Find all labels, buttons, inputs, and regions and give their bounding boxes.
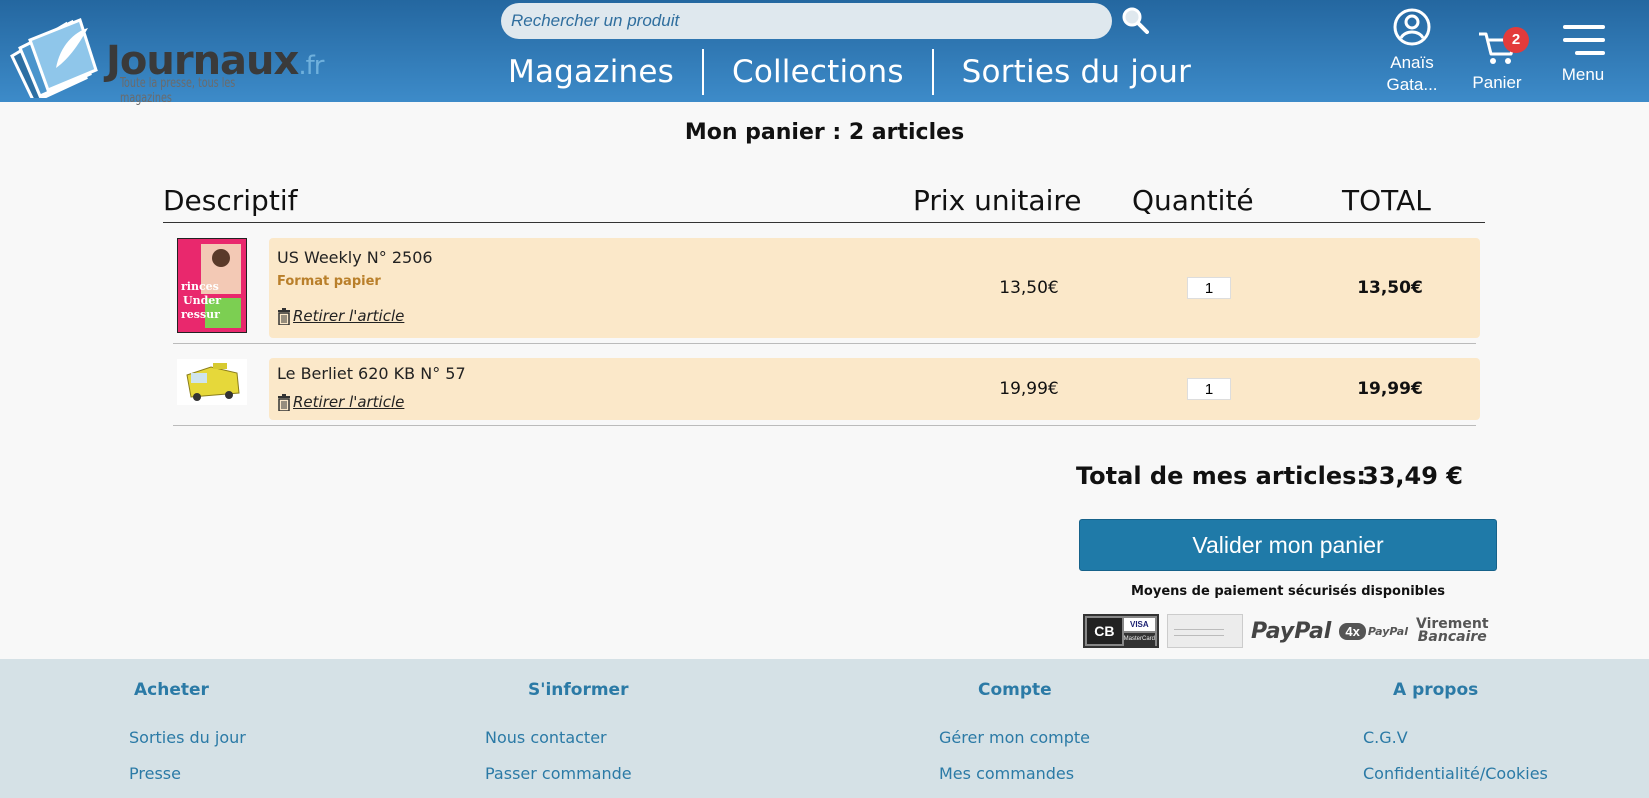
svg-text:rinces: rinces: [181, 280, 219, 293]
user-icon: [1393, 8, 1431, 46]
nav-sorties-du-jour[interactable]: Sorties du jour: [934, 54, 1219, 90]
footer-link-cgv[interactable]: C.G.V: [1363, 728, 1408, 747]
col-header-total: TOTAL: [1342, 184, 1431, 217]
footer-link-confidentialite[interactable]: Confidentialité/Cookies: [1363, 764, 1548, 783]
row-divider: [173, 343, 1476, 344]
cheque-logo: [1167, 614, 1243, 648]
logo-suffix: .fr: [298, 51, 324, 81]
cart-count-badge: 2: [1503, 27, 1529, 53]
cb-card-logo: CB VISA MasterCard: [1083, 614, 1159, 648]
trash-icon: [278, 307, 290, 325]
header-divider: [163, 222, 1485, 223]
main-nav: Magazines Collections Sorties du jour: [480, 48, 1219, 96]
footer-heading-acheter: Acheter: [134, 680, 209, 700]
account-button[interactable]: Anaïs Gata...: [1376, 8, 1448, 96]
menu-label: Menu: [1561, 65, 1605, 84]
paypal-4x-logo: 4x PayPal: [1339, 622, 1408, 640]
paypal-4x-label: PayPal: [1367, 624, 1408, 638]
item-quantity-input[interactable]: [1187, 378, 1231, 400]
payment-logos: CB VISA MasterCard PayPal 4x PayPal Vire…: [1083, 614, 1489, 648]
footer-heading-sinformer: S'informer: [528, 680, 629, 700]
search-icon[interactable]: [1121, 6, 1149, 34]
truck-model-thumbnail[interactable]: [177, 359, 247, 405]
magazine-cover-thumbnail[interactable]: rinces Under ressur: [177, 238, 247, 333]
validate-cart-button[interactable]: Valider mon panier: [1079, 519, 1497, 571]
cart-total-label: Total de mes articles:: [1076, 462, 1367, 490]
footer-link-gerer-mon-compte[interactable]: Gérer mon compte: [939, 728, 1090, 747]
mastercard-label: MasterCard: [1123, 633, 1155, 646]
virement-bancaire-logo: Virement Bancaire: [1416, 617, 1489, 645]
logo-pages-icon: [10, 18, 98, 104]
footer-link-sorties-du-jour[interactable]: Sorties du jour: [129, 728, 246, 747]
cart-title: Mon panier : 2 articles: [684, 120, 965, 145]
hamburger-icon: [1563, 25, 1605, 55]
account-name-line2: Gata...: [1386, 75, 1438, 94]
item-total: 19,99€: [1357, 379, 1423, 399]
remove-item-label: Retirer l'article: [293, 393, 405, 411]
item-title[interactable]: Le Berliet 620 KB N° 57: [277, 364, 466, 383]
footer-link-mes-commandes[interactable]: Mes commandes: [939, 764, 1074, 783]
footer-heading-a-propos: A propos: [1393, 680, 1479, 700]
remove-item-label: Retirer l'article: [293, 307, 405, 325]
trash-icon: [278, 393, 290, 411]
item-quantity-input[interactable]: [1187, 277, 1231, 299]
row-divider: [173, 425, 1476, 426]
footer-link-passer-commande[interactable]: Passer commande: [485, 764, 632, 783]
item-format: Format papier: [277, 274, 381, 289]
col-header-quantite: Quantité: [1132, 184, 1254, 217]
item-title[interactable]: US Weekly N° 2506: [277, 248, 433, 267]
item-unit-price: 13,50€: [999, 278, 1059, 298]
search-input[interactable]: [501, 3, 1112, 39]
footer-link-presse[interactable]: Presse: [129, 764, 181, 783]
item-unit-price: 19,99€: [999, 379, 1059, 399]
visa-label: VISA: [1123, 618, 1155, 631]
cart-label: Panier: [1472, 73, 1522, 92]
col-header-prix-unitaire: Prix unitaire: [913, 184, 1082, 217]
logo-tagline: Toute la presse, tous les magazines: [120, 76, 236, 106]
col-header-descriptif: Descriptif: [163, 184, 298, 217]
account-name-line1: Anaïs: [1390, 53, 1434, 72]
site-header: Journaux.fr Toute la presse, tous les ma…: [0, 0, 1649, 106]
svg-text:Under: Under: [183, 294, 221, 307]
item-total: 13,50€: [1357, 278, 1423, 298]
svg-text:ressur: ressur: [181, 308, 220, 321]
nav-magazines[interactable]: Magazines: [480, 54, 702, 90]
nav-collections[interactable]: Collections: [704, 54, 932, 90]
payment-methods-title: Moyens de paiement sécurisés disponibles: [1131, 584, 1445, 599]
remove-item-link[interactable]: Retirer l'article: [277, 307, 404, 325]
footer-heading-compte: Compte: [978, 680, 1052, 700]
footer-link-nous-contacter[interactable]: Nous contacter: [485, 728, 607, 747]
site-logo[interactable]: Journaux.fr Toute la presse, tous les ma…: [8, 18, 324, 106]
remove-item-link[interactable]: Retirer l'article: [277, 393, 404, 411]
cart-row-1: [269, 238, 1480, 338]
menu-button[interactable]: Menu: [1555, 22, 1611, 86]
cart-total-value: 33,49 €: [1362, 462, 1463, 490]
cb-label: CB: [1087, 618, 1122, 644]
paypal-logo: PayPal: [1251, 618, 1332, 644]
paypal-4x-badge: 4x: [1339, 622, 1366, 640]
virement-line2: Bancaire: [1417, 629, 1487, 645]
